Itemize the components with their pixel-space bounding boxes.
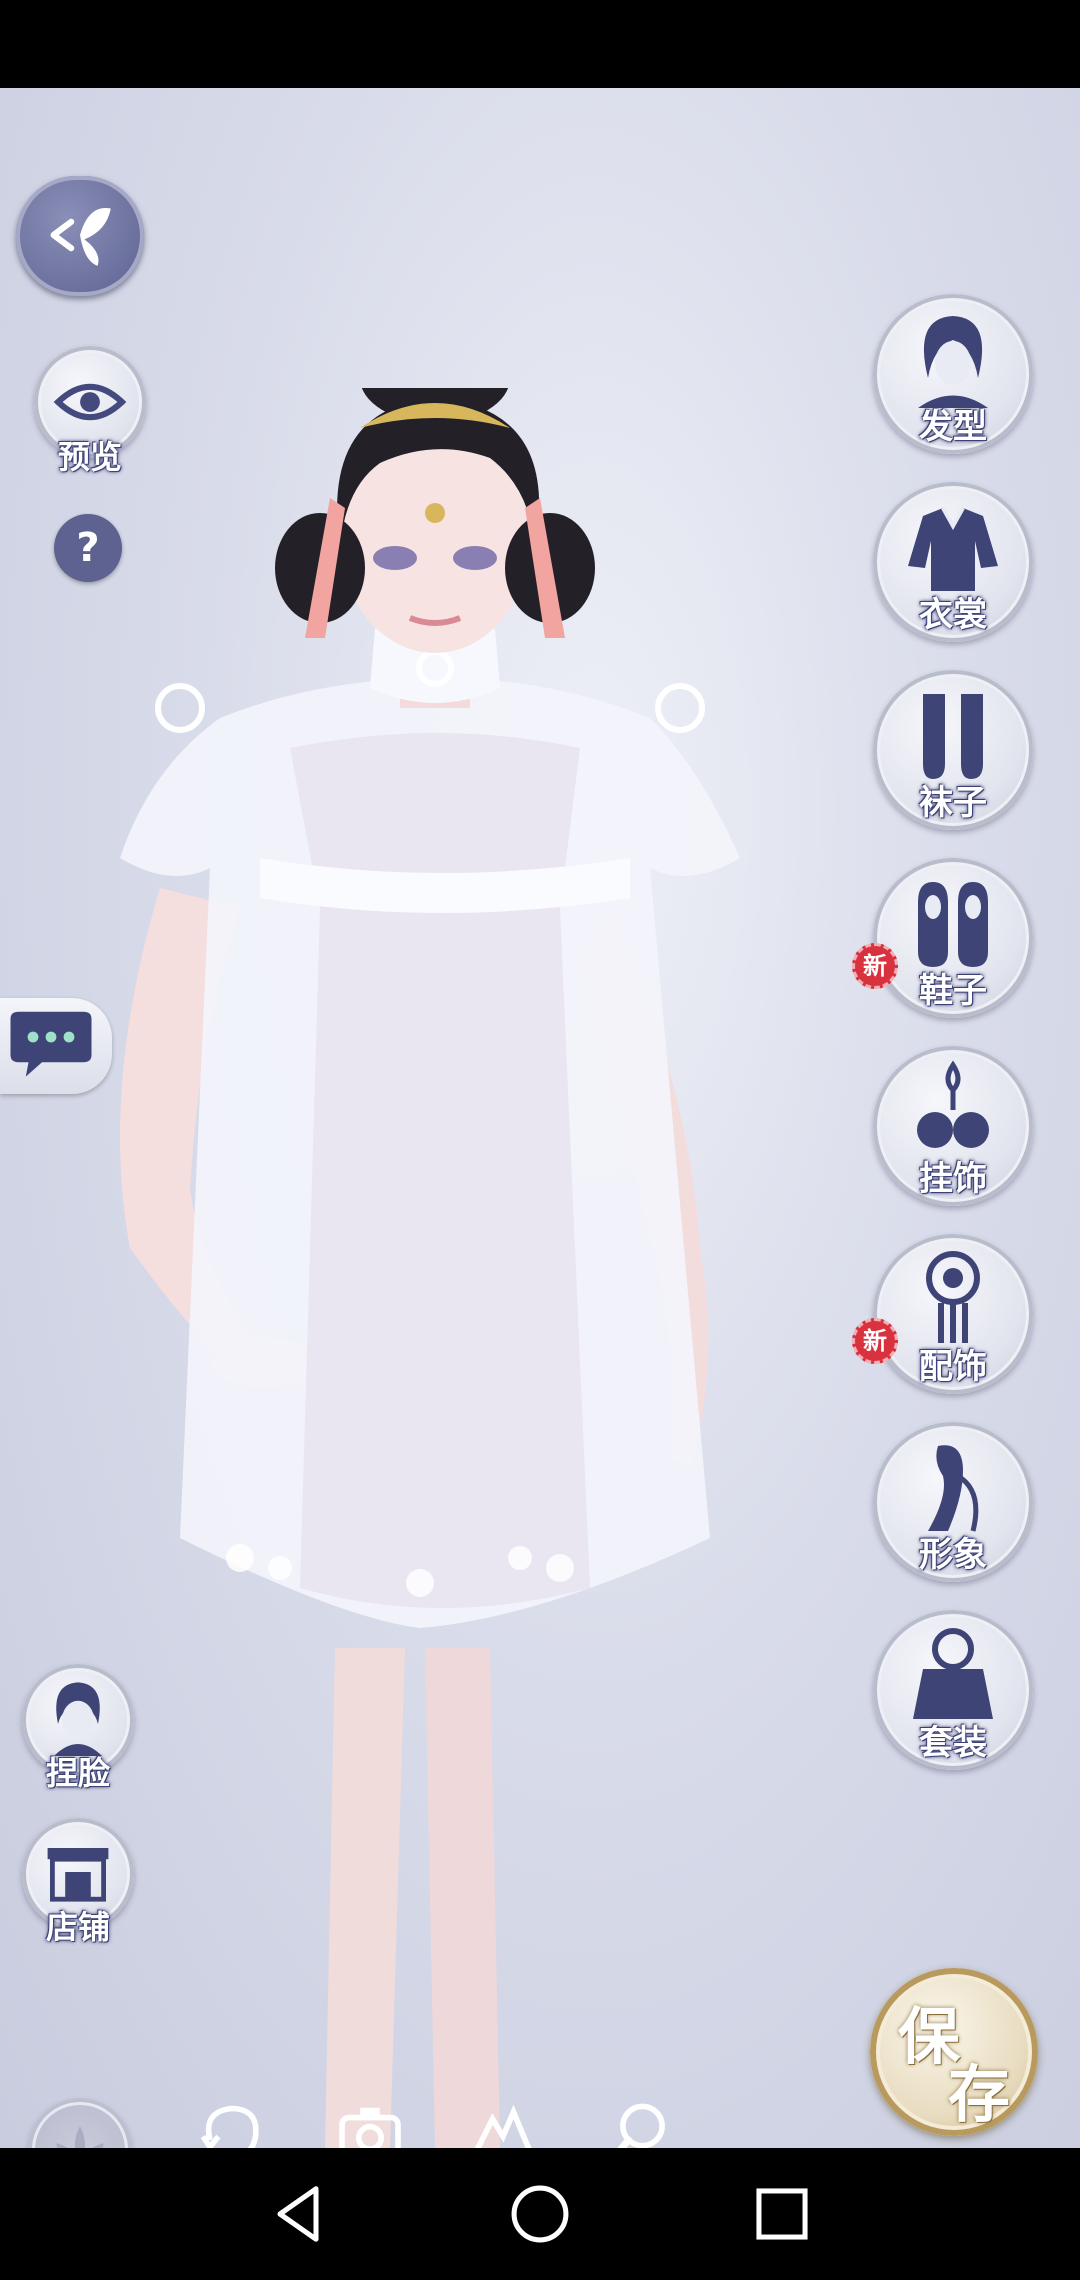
category-label: 袜子 [919, 783, 987, 823]
chat-bubble-icon [10, 1011, 92, 1077]
photo-button[interactable]: 拍照 [315, 2098, 425, 2148]
butterfly-back-icon [50, 208, 111, 266]
back-button[interactable] [16, 176, 144, 296]
preview-label: 预览 [57, 438, 122, 476]
shop-icon [47, 1848, 109, 1902]
accessory-icon [926, 1251, 980, 1343]
search-button[interactable]: 搜索 [584, 2098, 694, 2148]
new-badge-shoes: 新 [852, 943, 898, 989]
hairstyle-icon [918, 316, 988, 408]
save-button[interactable]: 保 存 [870, 1968, 1038, 2136]
recents-square-icon[interactable] [746, 2178, 818, 2250]
game-stage: 预览 ? 捏脸 店铺 发型 衣裳 袜子 鞋子 新 挂饰 配饰 新 形象 套装 保… [0, 88, 1080, 2148]
category-socks[interactable]: 袜子 [873, 670, 1033, 830]
preview-button[interactable]: 预览 [34, 346, 146, 476]
shop-button[interactable]: 店铺 [22, 1818, 134, 1948]
bottom-toolbar [0, 2078, 860, 2148]
clothing-icon [908, 507, 998, 591]
system-navigation-bar [0, 2148, 1080, 2280]
lotus-icon [56, 2126, 104, 2148]
new-badge-accessory: 新 [852, 1318, 898, 1364]
home-circle-icon[interactable] [504, 2178, 576, 2250]
outfit-icon [913, 1628, 993, 1719]
face-edit-label: 捏脸 [45, 1754, 110, 1792]
category-outfit[interactable]: 套装 [873, 1610, 1033, 1770]
back-triangle-icon[interactable] [262, 2178, 334, 2250]
restore-icon [200, 2105, 259, 2148]
category-clothing[interactable]: 衣裳 [873, 482, 1033, 642]
search-icon [617, 2103, 665, 2148]
category-label: 发型 [919, 407, 987, 447]
character-model [120, 388, 740, 2148]
camera-icon [339, 2107, 401, 2148]
category-shoes[interactable]: 鞋子 [873, 858, 1033, 1018]
chat-button[interactable] [0, 998, 112, 1094]
category-pendant[interactable]: 挂饰 [873, 1046, 1033, 1206]
socks-icon [923, 694, 983, 779]
question-icon: ? [76, 525, 100, 571]
restore-button[interactable]: 恢复 [176, 2098, 286, 2148]
shoes-icon [918, 882, 988, 967]
shop-label: 店铺 [45, 1908, 110, 1946]
eye-icon [53, 383, 127, 421]
appearance-icon [928, 1445, 979, 1532]
category-accessory[interactable]: 配饰 [873, 1234, 1033, 1394]
mountain-scene-icon [474, 2104, 532, 2148]
category-label: 衣裳 [919, 595, 987, 635]
face-icon [54, 1682, 102, 1756]
category-label: 形象 [919, 1535, 987, 1575]
help-button[interactable]: ? [54, 514, 122, 582]
scene-button[interactable]: 场景 [448, 2098, 558, 2148]
face-edit-button[interactable]: 捏脸 [22, 1664, 134, 1794]
category-hairstyle[interactable]: 发型 [873, 294, 1033, 454]
category-label: 套装 [919, 1723, 987, 1763]
save-label-line2: 存 [948, 2058, 1011, 2131]
category-label: 挂饰 [919, 1159, 987, 1199]
pendant-icon [917, 1060, 989, 1148]
category-appearance[interactable]: 形象 [873, 1422, 1033, 1582]
lotus-button[interactable] [28, 2098, 132, 2148]
